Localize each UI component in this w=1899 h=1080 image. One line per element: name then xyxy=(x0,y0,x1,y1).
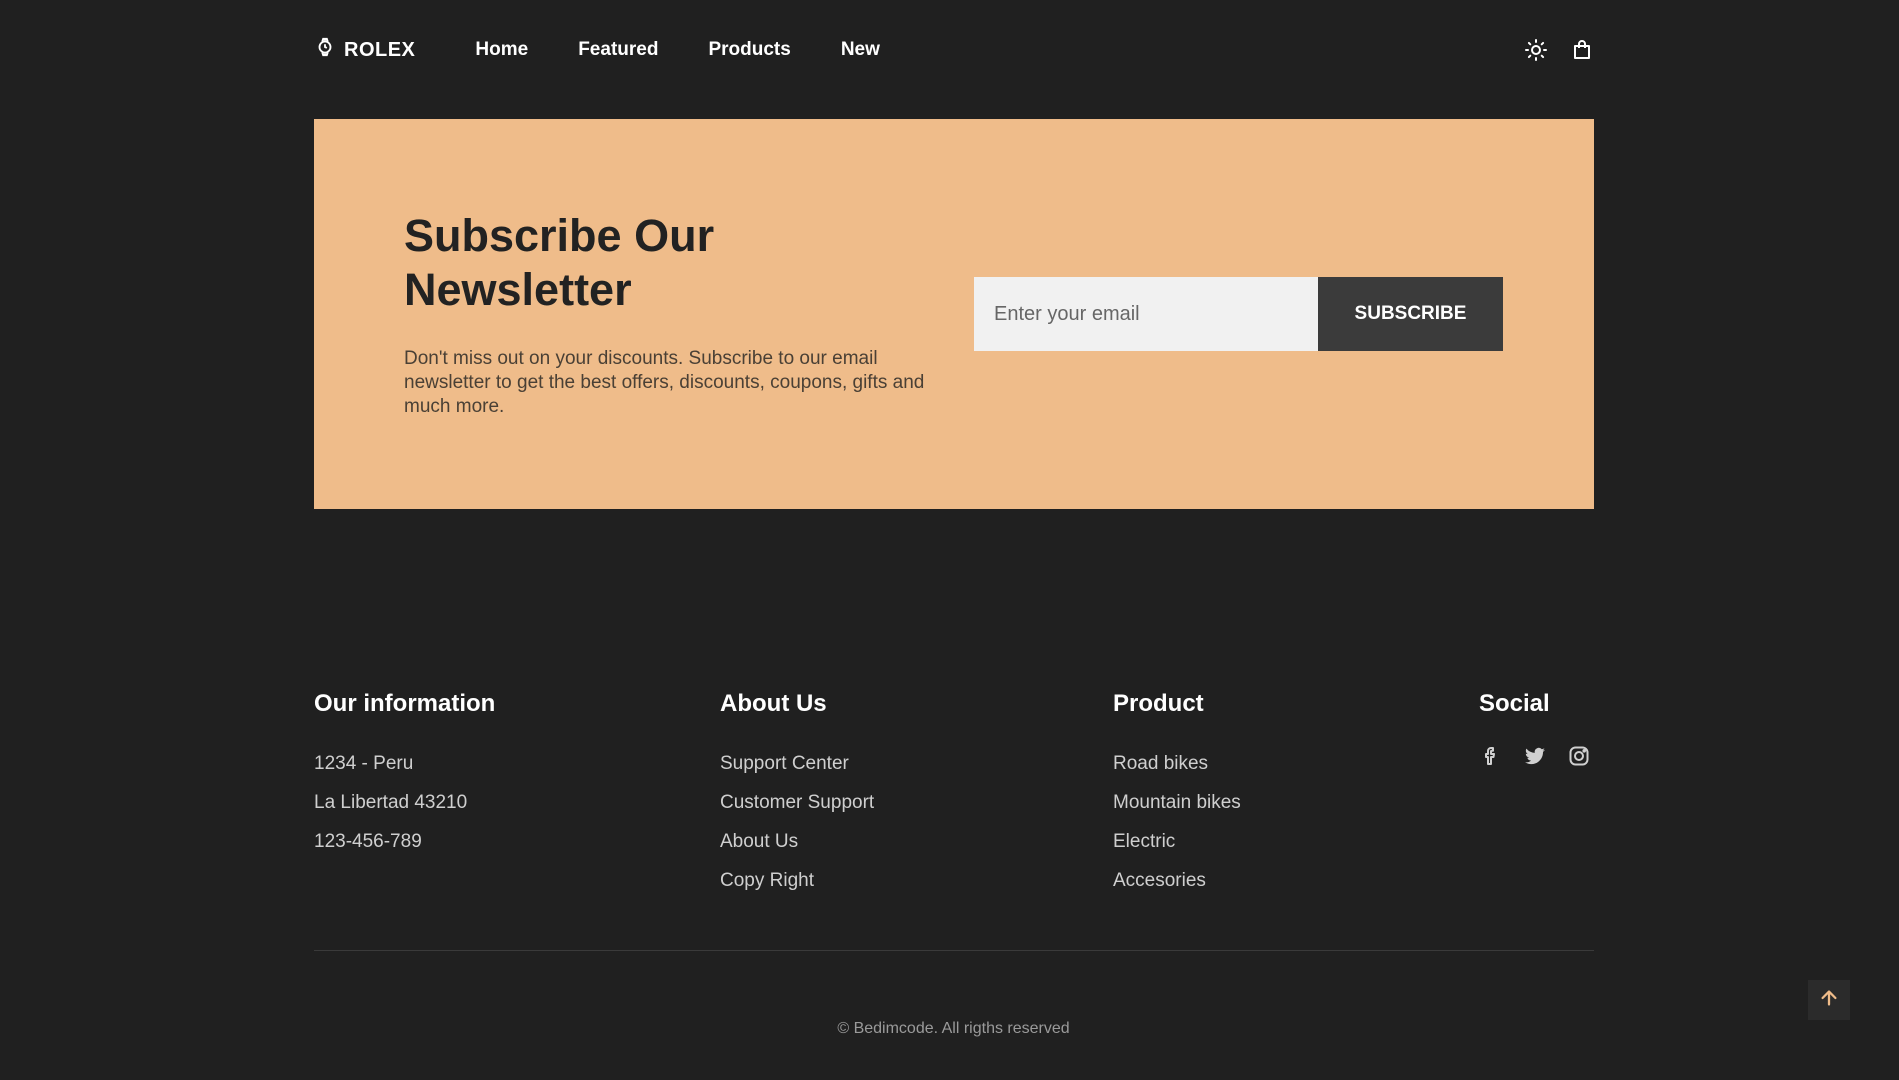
logo[interactable]: ROLEX xyxy=(314,36,415,64)
social-links xyxy=(1479,744,1591,768)
nav-products[interactable]: Products xyxy=(708,39,790,61)
nav-home[interactable]: Home xyxy=(475,39,528,61)
newsletter-description: Don't miss out on your discounts. Subscr… xyxy=(404,348,925,417)
footer-link-electric[interactable]: Electric xyxy=(1113,831,1175,852)
newsletter-title: Subscribe Our Newsletter xyxy=(404,210,715,315)
footer-heading: Product xyxy=(1113,690,1204,717)
footer-heading: About Us xyxy=(720,690,827,717)
address-line: La Libertad 43210 xyxy=(314,792,468,813)
footer-our-information: Our information 1234 - Peru La Libertad … xyxy=(314,690,495,861)
instagram-icon[interactable] xyxy=(1567,744,1591,768)
watch-icon xyxy=(314,36,336,64)
nav-new[interactable]: New xyxy=(841,39,880,61)
nav-featured[interactable]: Featured xyxy=(578,39,658,61)
footer-link-copy-right[interactable]: Copy Right xyxy=(720,870,814,891)
arrow-up-icon xyxy=(1818,987,1840,1014)
footer-heading: Our information xyxy=(314,690,496,717)
phone-number: 123-456-789 xyxy=(314,831,422,852)
newsletter-form: SUBSCRIBE xyxy=(974,277,1503,351)
email-input[interactable] xyxy=(974,277,1318,351)
main-nav: Home Featured Products New xyxy=(475,39,879,61)
footer-about-us: About Us Support Center Customer Support… xyxy=(720,690,874,900)
footer-link-support-center[interactable]: Support Center xyxy=(720,753,849,774)
footer-link-accesories[interactable]: Accesories xyxy=(1113,870,1206,891)
footer-link-mountain-bikes[interactable]: Mountain bikes xyxy=(1113,792,1241,813)
footer-divider xyxy=(314,950,1594,951)
address-line: 1234 - Peru xyxy=(314,753,414,774)
shopping-bag-icon[interactable] xyxy=(1570,38,1594,62)
copyright-text: © Bedimcode. All rigths reserved xyxy=(837,1020,1070,1037)
facebook-icon[interactable] xyxy=(1479,744,1503,768)
logo-text: ROLEX xyxy=(344,38,416,61)
footer-link-road-bikes[interactable]: Road bikes xyxy=(1113,753,1208,774)
theme-toggle-icon[interactable] xyxy=(1524,38,1548,62)
newsletter-section: Subscribe Our Newsletter Don't miss out … xyxy=(314,119,1594,509)
scroll-up-button[interactable] xyxy=(1808,980,1850,1020)
site-header: ROLEX Home Featured Products New xyxy=(314,0,1594,100)
twitter-icon[interactable] xyxy=(1523,744,1547,768)
footer-link-customer-support[interactable]: Customer Support xyxy=(720,792,874,813)
footer-link-about-us[interactable]: About Us xyxy=(720,831,798,852)
footer-social: Social xyxy=(1479,690,1591,768)
footer-product: Product Road bikes Mountain bikes Electr… xyxy=(1113,690,1241,900)
header-actions xyxy=(1524,38,1594,62)
footer-heading: Social xyxy=(1479,690,1550,717)
subscribe-button[interactable]: SUBSCRIBE xyxy=(1318,277,1503,351)
